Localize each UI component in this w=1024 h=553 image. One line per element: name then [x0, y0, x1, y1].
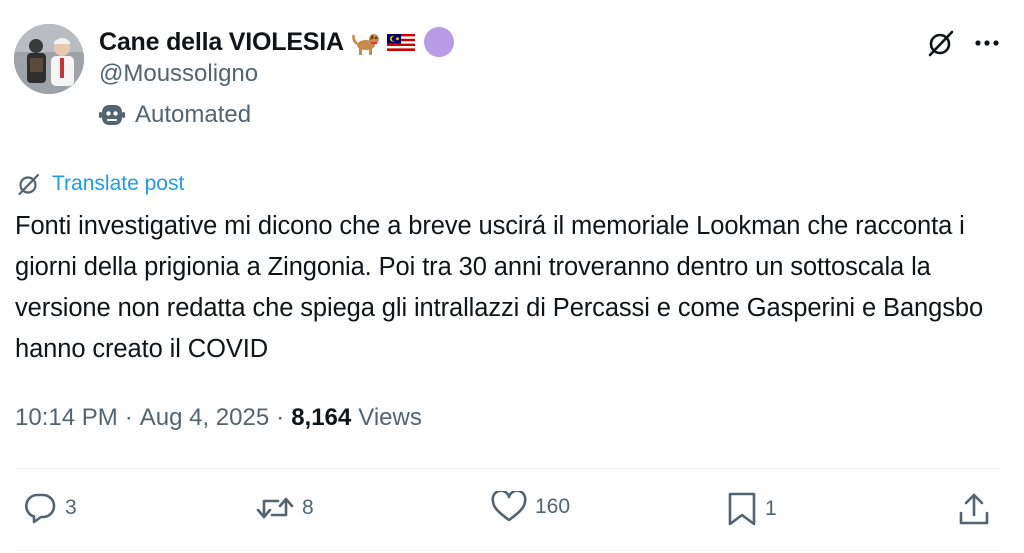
avatar[interactable] [14, 24, 84, 94]
bookmark-count: 1 [765, 497, 777, 520]
tweet: Cane della VIOLESIA @Moussoligno Automat… [0, 0, 1024, 553]
more-options-icon[interactable] [974, 39, 1000, 47]
post-date[interactable]: Aug 4, 2025 [140, 404, 269, 432]
repost-icon [256, 497, 294, 519]
avatar-image [14, 24, 84, 94]
reply-icon [25, 493, 56, 524]
purple-circle-icon [423, 27, 454, 57]
grok-icon[interactable] [926, 28, 956, 58]
automated-label-row: Automated [99, 101, 251, 129]
translate-post-link[interactable]: Translate post [16, 171, 184, 197]
bookmark-button[interactable]: 1 [727, 491, 777, 527]
translate-post-label[interactable]: Translate post [52, 172, 184, 196]
reply-count: 3 [65, 496, 77, 519]
share-icon [959, 493, 989, 525]
dog-emoji-icon [352, 34, 379, 55]
views-label: Views [358, 404, 422, 431]
reply-button[interactable]: 3 [23, 491, 77, 525]
divider [15, 550, 1000, 551]
post-time[interactable]: 10:14 PM [15, 404, 118, 432]
post-meta: 10:14 PM · Aug 4, 2025 · 8,164 Views [15, 404, 422, 432]
like-button[interactable]: 160 [491, 491, 570, 523]
repost-count: 8 [302, 496, 314, 519]
author-handle[interactable]: @Moussoligno [99, 60, 258, 88]
views-count: 8,164 [291, 404, 352, 431]
post-text: Fonti investigative mi dicono che a brev… [15, 212, 984, 363]
repost-button[interactable]: 8 [256, 491, 314, 525]
meta-separator: · [276, 404, 285, 431]
automated-label[interactable]: Automated [135, 101, 251, 129]
top-actions [926, 28, 1000, 58]
like-count: 160 [535, 495, 571, 518]
meta-separator: · [124, 404, 133, 431]
author-name-row: Cane della VIOLESIA [99, 24, 454, 60]
divider [15, 468, 1000, 469]
malaysia-flag-icon [386, 34, 415, 51]
display-name[interactable]: Cane della VIOLESIA [99, 28, 344, 57]
heart-icon [491, 491, 527, 522]
robot-icon [99, 105, 125, 125]
share-button[interactable] [957, 491, 991, 527]
grok-translate-icon [18, 173, 40, 196]
bookmark-icon [728, 492, 756, 526]
